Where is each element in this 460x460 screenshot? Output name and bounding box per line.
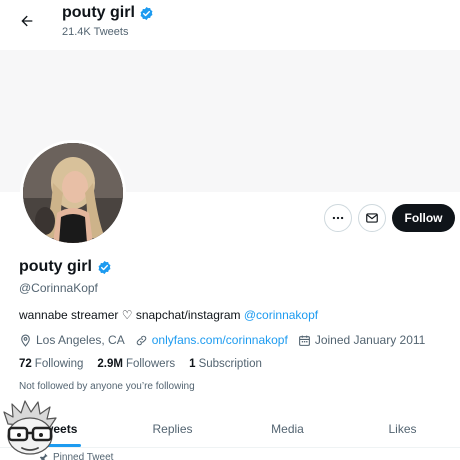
header-display-name: pouty girl bbox=[62, 4, 135, 21]
location-item: Los Angeles, CA bbox=[19, 333, 125, 347]
pinned-label: Pinned Tweet bbox=[53, 452, 114, 460]
avatar-photo bbox=[23, 143, 123, 243]
header-tweet-count: 21.4K Tweets bbox=[62, 26, 129, 38]
tab-media[interactable]: Media bbox=[230, 410, 345, 447]
followers-count: 2.9M bbox=[97, 358, 123, 370]
mascot-watermark-icon bbox=[3, 400, 57, 455]
message-button[interactable] bbox=[358, 204, 386, 232]
profile-bio: wannabe streamer ♡ snapchat/instagram @c… bbox=[19, 308, 318, 322]
bio-mention-link[interactable]: @corinnakopf bbox=[244, 308, 318, 322]
more-dots-icon bbox=[332, 216, 344, 220]
joined-text: Joined January 2011 bbox=[314, 333, 426, 347]
profile-stats: 72 Following 2.9M Followers 1 Subscription bbox=[19, 358, 276, 370]
profile-name-row: pouty girl bbox=[19, 258, 112, 276]
subscription-label: Subscription bbox=[198, 358, 262, 370]
avatar[interactable] bbox=[20, 140, 126, 246]
tab-likes[interactable]: Likes bbox=[345, 410, 460, 447]
more-options-button[interactable] bbox=[324, 204, 352, 232]
following-count: 72 bbox=[19, 358, 32, 370]
bio-text: wannabe streamer ♡ snapchat/instagram bbox=[19, 308, 244, 322]
profile-tabs: Tweets Replies Media Likes bbox=[0, 410, 460, 448]
followers-stat[interactable]: 2.9M Followers bbox=[97, 358, 175, 370]
subscription-count: 1 bbox=[189, 358, 196, 370]
followers-label: Followers bbox=[125, 358, 176, 370]
subscription-stat[interactable]: 1 Subscription bbox=[189, 358, 262, 370]
back-button[interactable] bbox=[14, 8, 40, 34]
profile-handle: @CorinnaKopf bbox=[19, 281, 98, 295]
following-stat[interactable]: 72 Following bbox=[19, 358, 83, 370]
location-text: Los Angeles, CA bbox=[36, 333, 125, 347]
follow-button[interactable]: Follow bbox=[392, 204, 455, 232]
verified-badge-icon[interactable] bbox=[97, 260, 112, 275]
verified-badge-icon bbox=[140, 6, 153, 20]
arrow-left-icon bbox=[21, 15, 33, 27]
profile-meta: Los Angeles, CA onlyfans.com/corinnakopf… bbox=[19, 333, 435, 347]
tab-replies[interactable]: Replies bbox=[115, 410, 230, 447]
following-label: Following bbox=[34, 358, 84, 370]
display-name: pouty girl bbox=[19, 258, 92, 275]
envelope-icon bbox=[366, 213, 378, 223]
location-pin-icon bbox=[21, 334, 30, 347]
joined-item: Joined January 2011 bbox=[298, 333, 426, 347]
calendar-icon bbox=[298, 335, 310, 346]
website-item: onlyfans.com/corinnakopf bbox=[135, 333, 288, 347]
profile-header: pouty girl 21.4K Tweets bbox=[0, 0, 460, 50]
link-icon bbox=[136, 335, 146, 345]
website-link[interactable]: onlyfans.com/corinnakopf bbox=[152, 333, 288, 347]
profile-page: pouty girl 21.4K Tweets Follow pouty gir… bbox=[0, 0, 460, 460]
not-followed-note: Not followed by anyone you’re following bbox=[19, 381, 195, 392]
header-name-row: pouty girl bbox=[62, 4, 154, 22]
